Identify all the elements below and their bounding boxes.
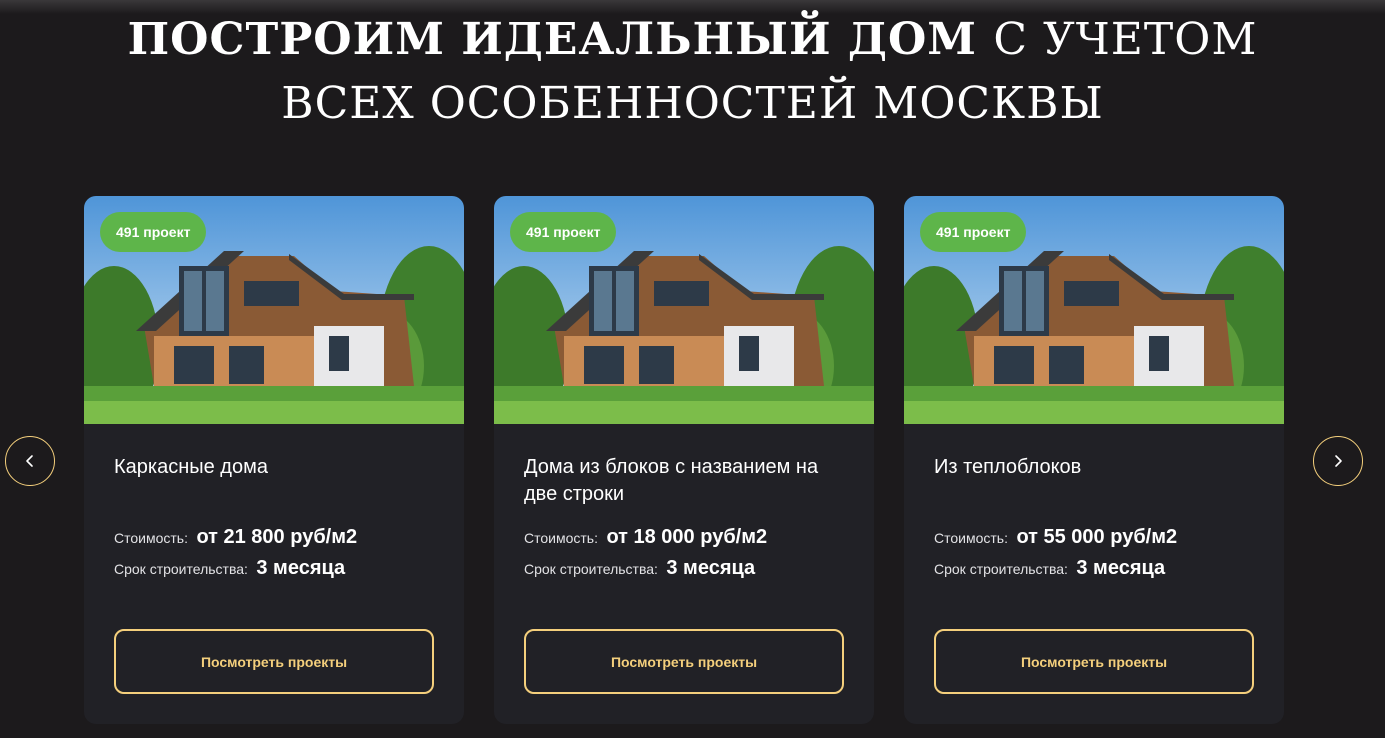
- carousel-prev-button[interactable]: [5, 436, 55, 486]
- card-title: Из теплоблоков: [934, 456, 1082, 478]
- term-value: 3 месяца: [666, 557, 756, 579]
- project-count-badge: 491 проект: [100, 212, 207, 252]
- term-row: Срок строительства: 3 месяца: [524, 557, 854, 580]
- price-row: Стоимость: от 18 000 руб/м2: [524, 526, 854, 549]
- card-title: Каркасные дома: [114, 456, 268, 478]
- card-title: Дома из блоков с названием на две строки: [524, 456, 819, 505]
- carousel-next-button[interactable]: [1313, 436, 1363, 486]
- project-count-badge: 491 проект: [510, 212, 617, 252]
- term-label: Срок строительства:: [524, 561, 658, 577]
- headline-light-line1: С УЧЕТОМ: [993, 14, 1258, 65]
- term-label: Срок строительства:: [934, 561, 1068, 577]
- section-headline: ПОСТРОИМ ИДЕАЛЬНЫЙ ДОМ С УЧЕТОМ ВСЕХ ОСО…: [0, 8, 1385, 136]
- project-count-badge: 491 проект: [920, 212, 1027, 252]
- headline-light-line2: ВСЕХ ОСОБЕННОСТЕЙ МОСКВЫ: [281, 78, 1104, 129]
- price-value: от 18 000 руб/м2: [606, 526, 768, 548]
- term-value: 3 месяца: [256, 557, 346, 579]
- project-card[interactable]: 491 проект Каркасные дома Стоимость: от …: [84, 196, 464, 724]
- price-row: Стоимость: от 55 000 руб/м2: [934, 526, 1264, 549]
- price-row: Стоимость: от 21 800 руб/м2: [114, 526, 444, 549]
- price-label: Стоимость:: [114, 530, 188, 546]
- chevron-right-icon: [1335, 455, 1342, 467]
- project-card[interactable]: 491 проект Из теплоблоков Стоимость: от …: [904, 196, 1284, 724]
- price-value: от 21 800 руб/м2: [196, 526, 358, 548]
- project-card[interactable]: 491 проект Дома из блоков с названием на…: [494, 196, 874, 724]
- price-label: Стоимость:: [524, 530, 598, 546]
- term-row: Срок строительства: 3 месяца: [114, 557, 444, 580]
- price-label: Стоимость:: [934, 530, 1008, 546]
- headline-bold: ПОСТРОИМ ИДЕАЛЬНЫЙ ДОМ: [127, 14, 978, 65]
- view-projects-button[interactable]: Посмотреть проекты: [934, 629, 1254, 694]
- term-label: Срок строительства:: [114, 561, 248, 577]
- view-projects-button[interactable]: Посмотреть проекты: [114, 629, 434, 694]
- view-projects-button[interactable]: Посмотреть проекты: [524, 629, 844, 694]
- chevron-left-icon: [26, 455, 33, 467]
- term-row: Срок строительства: 3 месяца: [934, 557, 1264, 580]
- price-value: от 55 000 руб/м2: [1016, 526, 1178, 548]
- term-value: 3 месяца: [1076, 557, 1166, 579]
